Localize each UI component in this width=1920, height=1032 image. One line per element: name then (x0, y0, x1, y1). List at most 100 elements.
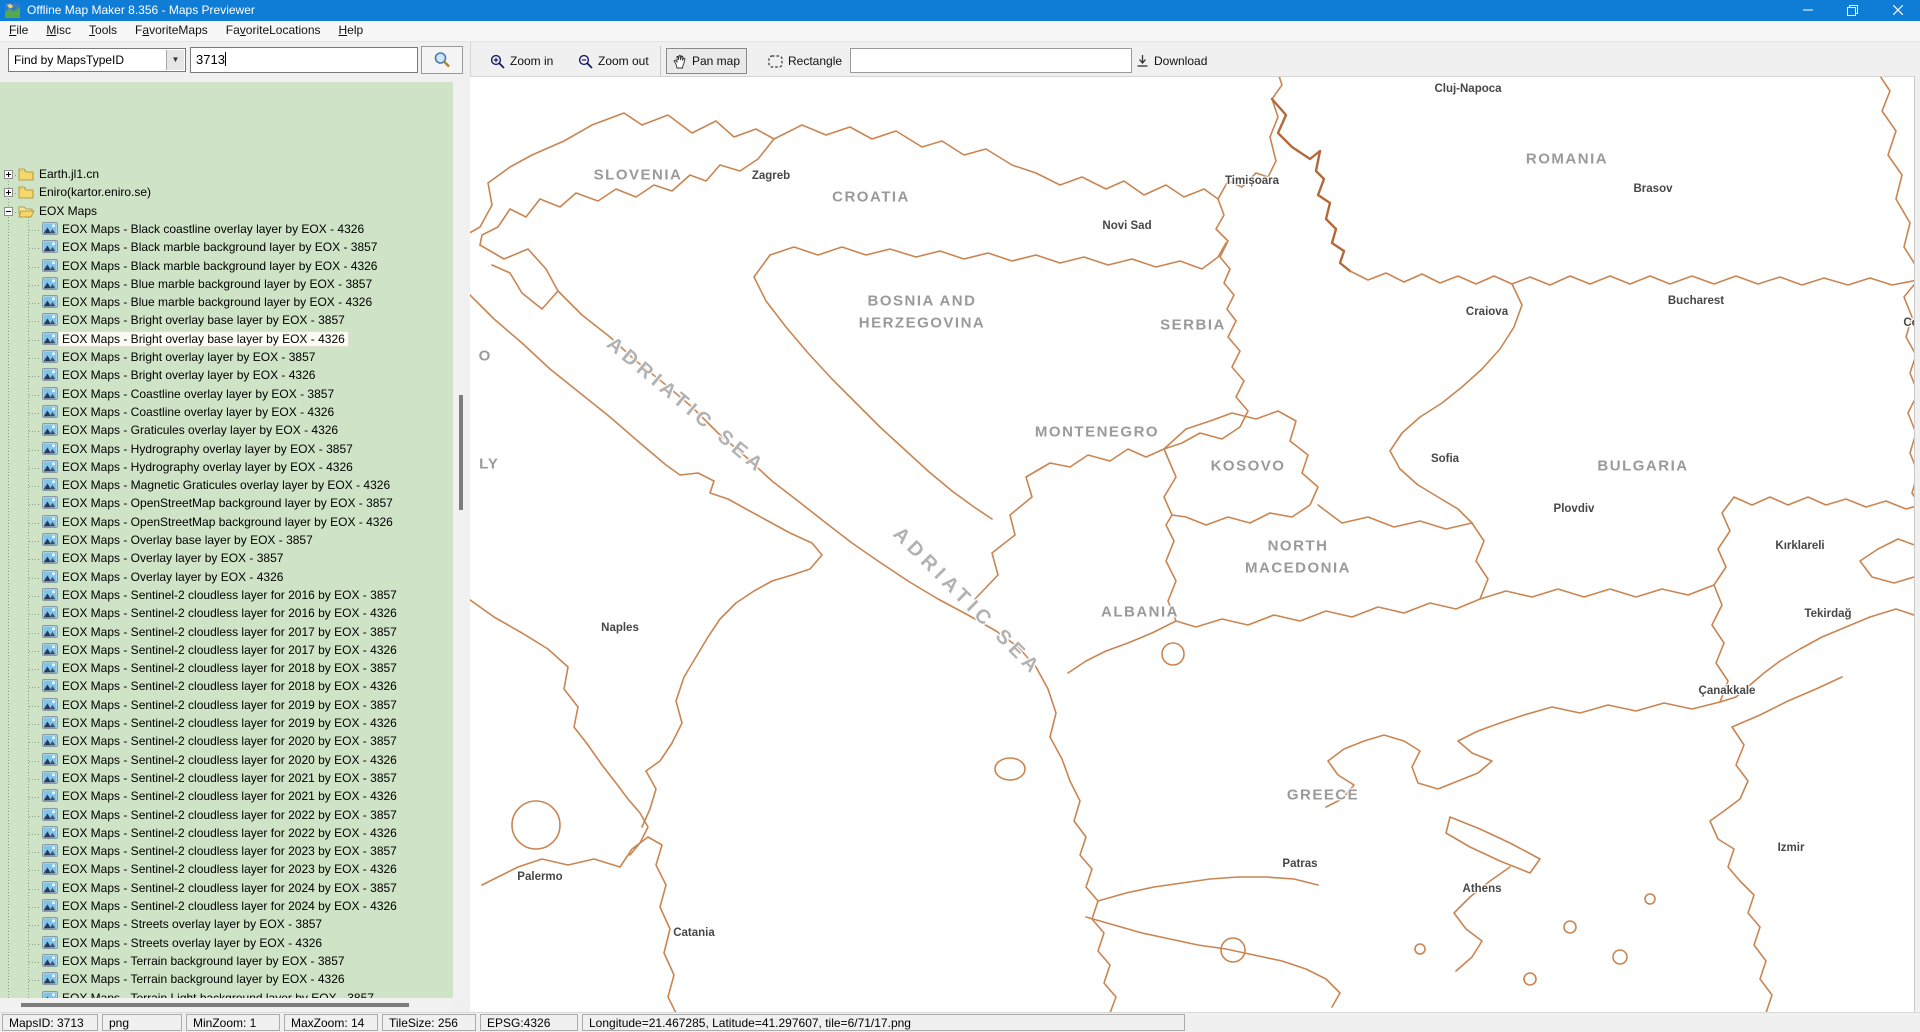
menu-item-favoritemaps[interactable]: FavoriteMaps (126, 21, 217, 41)
tree-item[interactable]: EOX Maps - Coastline overlay layer by EO… (0, 404, 453, 422)
tree-item[interactable]: EOX Maps - Sentinel-2 cloudless layer fo… (0, 880, 453, 898)
tree-item[interactable]: EOX Maps - Coastline overlay layer by EO… (0, 386, 453, 404)
tree-item[interactable]: EOX Maps - Sentinel-2 cloudless layer fo… (0, 752, 453, 770)
tree-item-label[interactable]: EOX Maps - Sentinel-2 cloudless layer fo… (62, 606, 397, 620)
tree-item[interactable]: EOX Maps - Terrain background layer by E… (0, 953, 453, 971)
tree-item[interactable]: EOX Maps - Hydrography overlay layer by … (0, 441, 453, 459)
tree-item-label[interactable]: EOX Maps - Sentinel-2 cloudless layer fo… (62, 643, 397, 657)
tree-item-label[interactable]: EOX Maps - Terrain Light background laye… (62, 991, 374, 999)
tree-item[interactable]: EOX Maps - Sentinel-2 cloudless layer fo… (0, 642, 453, 660)
tree-item-label-selected[interactable]: EOX Maps - Bright overlay base layer by … (58, 330, 349, 347)
tree-item[interactable]: EOX Maps - Bright overlay base layer by … (0, 330, 453, 349)
tree-item-label[interactable]: Earth.jl1.cn (39, 167, 99, 181)
menu-item-tools[interactable]: Tools (80, 21, 126, 41)
tree-item-label[interactable]: EOX Maps - Sentinel-2 cloudless layer fo… (62, 661, 397, 675)
tree-item[interactable]: EOX Maps - OpenStreetMap background laye… (0, 495, 453, 513)
tree-item-label[interactable]: EOX Maps - Sentinel-2 cloudless layer fo… (62, 679, 397, 693)
tree-item-label[interactable]: EOX Maps - Terrain background layer by E… (62, 972, 345, 986)
download-button[interactable]: Download (1130, 48, 1213, 74)
rectangle-button[interactable]: Rectangle (762, 48, 848, 74)
collapse-minus-icon[interactable] (4, 206, 13, 216)
minimize-button[interactable] (1785, 0, 1830, 21)
tree-item[interactable]: EOX Maps - Graticules overlay layer by E… (0, 422, 453, 440)
tree-item[interactable]: EOX Maps - Sentinel-2 cloudless layer fo… (0, 660, 453, 678)
tree-item-label[interactable]: EOX Maps - Bright overlay base layer by … (62, 313, 345, 327)
tree-item-label[interactable]: EOX Maps (39, 204, 97, 218)
tree-item[interactable]: EOX Maps - Sentinel-2 cloudless layer fo… (0, 807, 453, 825)
search-mode-dropdown[interactable]: Find by MapsTypeID ▼ (8, 48, 186, 72)
tree-item-label[interactable]: EOX Maps - Sentinel-2 cloudless layer fo… (62, 862, 397, 876)
chevron-down-icon[interactable]: ▼ (166, 50, 184, 70)
tree-item-label[interactable]: EOX Maps - OpenStreetMap background laye… (62, 515, 393, 529)
tree-item-label[interactable]: EOX Maps - Coastline overlay layer by EO… (62, 387, 334, 401)
search-button[interactable] (421, 46, 463, 74)
tree-item-label[interactable]: EOX Maps - Streets overlay layer by EOX … (62, 936, 322, 950)
tree-item[interactable]: EOX Maps - Sentinel-2 cloudless layer fo… (0, 587, 453, 605)
tree-item[interactable]: EOX Maps - Terrain Light background laye… (0, 990, 453, 999)
tree-item-label[interactable]: EOX Maps - Sentinel-2 cloudless layer fo… (62, 625, 397, 639)
tree-item-label[interactable]: EOX Maps - Blue marble background layer … (62, 295, 372, 309)
tree-item-label[interactable]: EOX Maps - Bright overlay layer by EOX -… (62, 368, 315, 382)
tree-item-label[interactable]: EOX Maps - Hydrography overlay layer by … (62, 442, 353, 456)
tree-item[interactable]: EOX Maps - Sentinel-2 cloudless layer fo… (0, 825, 453, 843)
tree-item-label[interactable]: EOX Maps - Bright overlay layer by EOX -… (62, 350, 315, 364)
tree-item-label[interactable]: EOX Maps - Sentinel-2 cloudless layer fo… (62, 844, 397, 858)
tree-item-label[interactable]: EOX Maps - Sentinel-2 cloudless layer fo… (62, 716, 397, 730)
tree-item-label[interactable]: EOX Maps - Streets overlay layer by EOX … (62, 917, 322, 931)
tree-item[interactable]: EOX Maps - Terrain background layer by E… (0, 971, 453, 989)
tree-item[interactable]: EOX Maps - Sentinel-2 cloudless layer fo… (0, 788, 453, 806)
tree-item[interactable]: EOX Maps - Streets overlay layer by EOX … (0, 935, 453, 953)
tree-item[interactable]: EOX Maps - Hydrography overlay layer by … (0, 459, 453, 477)
tree-item[interactable]: EOX Maps - Sentinel-2 cloudless layer fo… (0, 861, 453, 879)
tree-item-label[interactable]: EOX Maps - Sentinel-2 cloudless layer fo… (62, 881, 397, 895)
tree-item-label[interactable]: EOX Maps - Magnetic Graticules overlay l… (62, 478, 390, 492)
map-viewport[interactable]: SLOVENIA CROATIA BOSNIA AND HERZEGOVINA SERB… (470, 76, 1914, 1013)
tree-item[interactable]: EOX Maps - Sentinel-2 cloudless layer fo… (0, 624, 453, 642)
tree-item[interactable]: EOX Maps - OpenStreetMap background laye… (0, 514, 453, 532)
tree-item[interactable]: EOX Maps - Streets overlay layer by EOX … (0, 916, 453, 934)
tree-item[interactable]: Eniro(kartor.eniro.se) (0, 184, 453, 202)
tree-horizontal-scrollbar[interactable] (0, 998, 453, 1012)
tree-item[interactable]: EOX Maps - Overlay layer by EOX - 4326 (0, 569, 453, 587)
tree-item-label[interactable]: EOX Maps - Sentinel-2 cloudless layer fo… (62, 808, 397, 822)
menu-item-help[interactable]: Help (330, 21, 373, 41)
menu-item-file[interactable]: File (0, 21, 37, 41)
tree-item[interactable]: EOX Maps - Black marble background layer… (0, 239, 453, 257)
tree-item-label[interactable]: EOX Maps - Sentinel-2 cloudless layer fo… (62, 789, 397, 803)
tree-item[interactable]: EOX Maps - Black marble background layer… (0, 258, 453, 276)
tree-item[interactable]: EOX Maps - Overlay layer by EOX - 3857 (0, 550, 453, 568)
pan-map-button[interactable]: Pan map (666, 48, 748, 74)
restore-button[interactable] (1830, 0, 1875, 21)
tree-item-label[interactable]: EOX Maps - Overlay layer by EOX - 4326 (62, 570, 283, 584)
tree-item[interactable]: EOX Maps - Sentinel-2 cloudless layer fo… (0, 715, 453, 733)
tree-item[interactable]: EOX Maps (0, 203, 453, 221)
tree-item[interactable]: EOX Maps - Black coastline overlay layer… (0, 221, 453, 239)
tree-item[interactable]: EOX Maps - Sentinel-2 cloudless layer fo… (0, 678, 453, 696)
tree-item[interactable]: EOX Maps - Sentinel-2 cloudless layer fo… (0, 697, 453, 715)
tree-item-label[interactable]: EOX Maps - Overlay base layer by EOX - 3… (62, 533, 313, 547)
tree-vertical-scrollbar[interactable] (453, 82, 470, 998)
tree-item-label[interactable]: EOX Maps - Sentinel-2 cloudless layer fo… (62, 771, 397, 785)
tree-item-label[interactable]: EOX Maps - Overlay layer by EOX - 3857 (62, 551, 283, 565)
tree-item-label[interactable]: EOX Maps - Sentinel-2 cloudless layer fo… (62, 899, 397, 913)
tree-item-label[interactable]: EOX Maps - Black marble background layer… (62, 240, 377, 254)
tree-item[interactable]: EOX Maps - Bright overlay base layer by … (0, 312, 453, 330)
tree-item-label[interactable]: EOX Maps - Graticules overlay layer by E… (62, 423, 338, 437)
tree-item[interactable]: Earth.jl1.cn (0, 166, 453, 184)
tree-item[interactable]: EOX Maps - Blue marble background layer … (0, 294, 453, 312)
menu-item-favoritelocations[interactable]: FavoriteLocations (217, 21, 330, 41)
expand-plus-icon[interactable] (4, 170, 13, 179)
tree-item[interactable]: EOX Maps - Overlay base layer by EOX - 3… (0, 532, 453, 550)
tree-item-label[interactable]: EOX Maps - Hydrography overlay layer by … (62, 460, 353, 474)
tree-item-label[interactable]: Eniro(kartor.eniro.se) (39, 185, 151, 199)
tree-item[interactable]: EOX Maps - Bright overlay layer by EOX -… (0, 367, 453, 385)
expand-plus-icon[interactable] (4, 188, 13, 198)
search-input[interactable]: 3713 (190, 47, 418, 73)
zoom-out-button[interactable]: Zoom out (572, 48, 655, 74)
tree-item-label[interactable]: EOX Maps - Black marble background layer… (62, 259, 377, 273)
tree-item-label[interactable]: EOX Maps - Sentinel-2 cloudless layer fo… (62, 734, 397, 748)
vscroll-thumb[interactable] (459, 395, 463, 510)
tree-item-label[interactable]: EOX Maps - Terrain background layer by E… (62, 954, 345, 968)
tree-item-label[interactable]: EOX Maps - Blue marble background layer … (62, 277, 372, 291)
tree-item-label[interactable]: EOX Maps - OpenStreetMap background laye… (62, 496, 393, 510)
